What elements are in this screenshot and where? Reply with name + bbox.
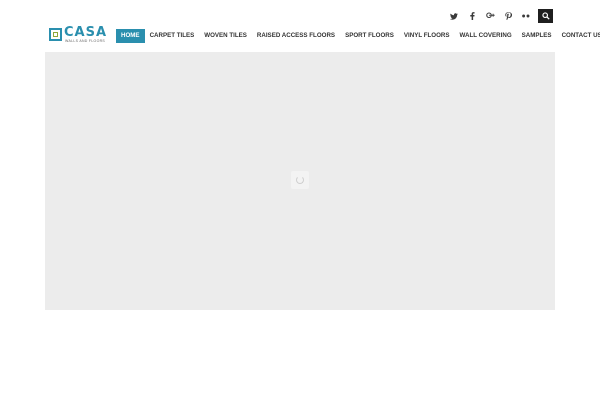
nav-item-woven-tiles[interactable]: WOVEN TILES bbox=[199, 29, 252, 43]
nav-item-vinyl-floors[interactable]: VINYL FLOORS bbox=[399, 29, 455, 43]
social-links bbox=[445, 9, 553, 23]
facebook-icon[interactable] bbox=[463, 9, 481, 23]
nav-item-sport-floors[interactable]: SPORT FLOORS bbox=[340, 29, 399, 43]
flickr-icon[interactable] bbox=[517, 9, 535, 23]
twitter-icon[interactable] bbox=[445, 9, 463, 23]
google-plus-icon[interactable] bbox=[481, 9, 499, 23]
nav-item-samples[interactable]: SAMPLES bbox=[517, 29, 557, 43]
search-icon bbox=[541, 7, 550, 25]
logo-mark-icon bbox=[49, 28, 62, 41]
nav-item-raised-access-floors[interactable]: RAISED ACCESS FLOORS bbox=[252, 29, 340, 43]
logo-tagline: WALLS AND FLOORS bbox=[65, 39, 106, 43]
main-nav: HOME CARPET TILES WOVEN TILES RAISED ACC… bbox=[116, 29, 600, 43]
nav-item-contact-us[interactable]: CONTACT US bbox=[557, 29, 600, 43]
hero-slider[interactable] bbox=[45, 52, 555, 310]
logo-wordmark: CASA bbox=[64, 25, 108, 40]
site-logo[interactable]: CASA WALLS AND FLOORS bbox=[49, 25, 112, 43]
pinterest-icon[interactable] bbox=[499, 9, 517, 23]
search-button[interactable] bbox=[538, 9, 553, 23]
nav-item-carpet-tiles[interactable]: CARPET TILES bbox=[145, 29, 200, 43]
nav-item-wall-covering[interactable]: WALL COVERING bbox=[455, 29, 517, 43]
loading-spinner bbox=[291, 171, 309, 189]
nav-item-home[interactable]: HOME bbox=[116, 29, 145, 43]
spinner-icon bbox=[296, 176, 304, 184]
